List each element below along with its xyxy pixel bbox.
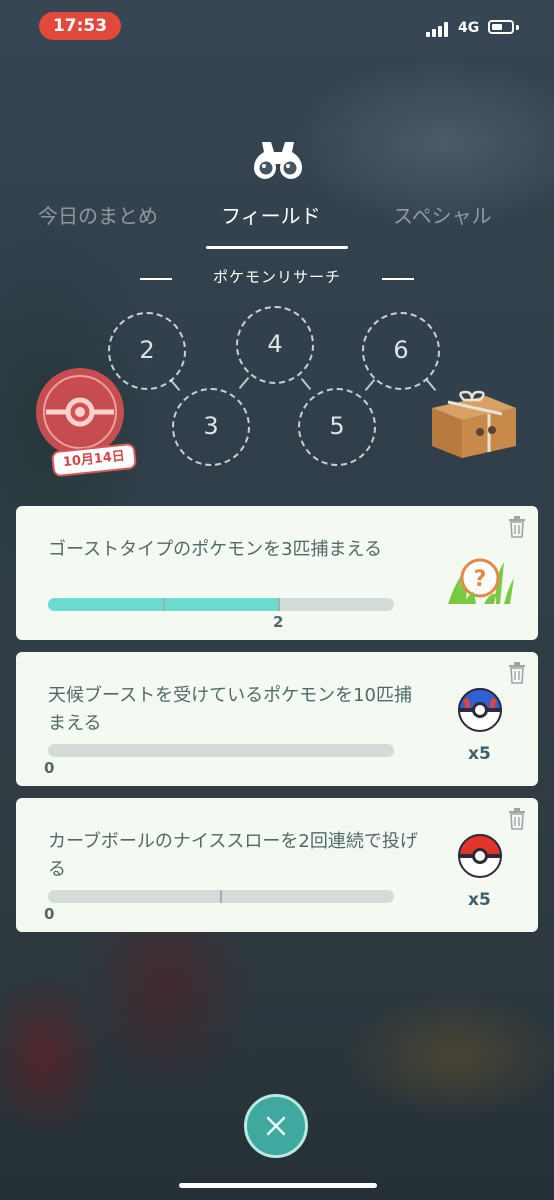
signal-icon bbox=[426, 21, 452, 37]
research-task-card[interactable]: カーブボールのナイススローを2回連続で投げる 0 x5 bbox=[16, 798, 538, 932]
progress-divider bbox=[163, 598, 165, 611]
progress-divider bbox=[220, 890, 222, 903]
reward-box-icon[interactable] bbox=[428, 390, 520, 462]
tab-field[interactable]: フィールド bbox=[221, 200, 321, 230]
section-title-line-right bbox=[382, 278, 414, 280]
section-title: ポケモンリサーチ bbox=[212, 268, 341, 286]
task-progress-value: 0 bbox=[44, 905, 55, 923]
task-progress-value: 2 bbox=[273, 613, 284, 631]
reward-count: x5 bbox=[468, 744, 491, 764]
trash-icon[interactable] bbox=[508, 808, 526, 830]
task-progress-bar bbox=[48, 744, 394, 757]
trash-icon[interactable] bbox=[508, 662, 526, 684]
tab-special[interactable]: スペシャル bbox=[393, 200, 492, 230]
status-time: 17:53 bbox=[39, 12, 121, 40]
research-stage-4: 4 bbox=[236, 306, 314, 384]
close-button[interactable] bbox=[244, 1094, 308, 1158]
reward-count: x5 bbox=[468, 890, 491, 910]
task-description: ゴーストタイプのポケモンを3匹捕まえる bbox=[48, 539, 383, 560]
research-task-card[interactable]: 天候ブーストを受けているポケモンを10匹捕まえる 0 x5 bbox=[16, 652, 538, 786]
binoculars-icon bbox=[254, 142, 302, 179]
task-progress-value: 0 bbox=[44, 759, 55, 777]
network-type: 4G bbox=[458, 20, 480, 36]
poke-ball-icon bbox=[457, 834, 503, 878]
progress-divider bbox=[278, 598, 280, 611]
research-stage-3: 3 bbox=[172, 388, 250, 466]
trash-icon[interactable] bbox=[508, 516, 526, 538]
task-description: カーブボールのナイススローを2回連続で投げる bbox=[48, 831, 418, 880]
research-task-card[interactable]: ゴーストタイプのポケモンを3匹捕まえる 2 ? bbox=[16, 506, 538, 640]
task-progress-bar bbox=[48, 890, 394, 903]
home-indicator[interactable] bbox=[179, 1183, 377, 1188]
battery-icon bbox=[488, 20, 514, 34]
task-progress-bar bbox=[48, 598, 394, 611]
task-description: 天候ブーストを受けているポケモンを10匹捕まえる bbox=[48, 685, 413, 734]
battery-tip bbox=[516, 25, 519, 30]
svg-text:?: ? bbox=[474, 567, 487, 592]
close-icon bbox=[266, 1116, 286, 1136]
research-stage-5: 5 bbox=[298, 388, 376, 466]
tab-today-summary[interactable]: 今日のまとめ bbox=[38, 200, 158, 230]
great-ball-icon bbox=[457, 688, 503, 732]
active-tab-underline bbox=[206, 246, 348, 249]
unknown-pokemon-encounter-icon: ? bbox=[448, 558, 514, 604]
